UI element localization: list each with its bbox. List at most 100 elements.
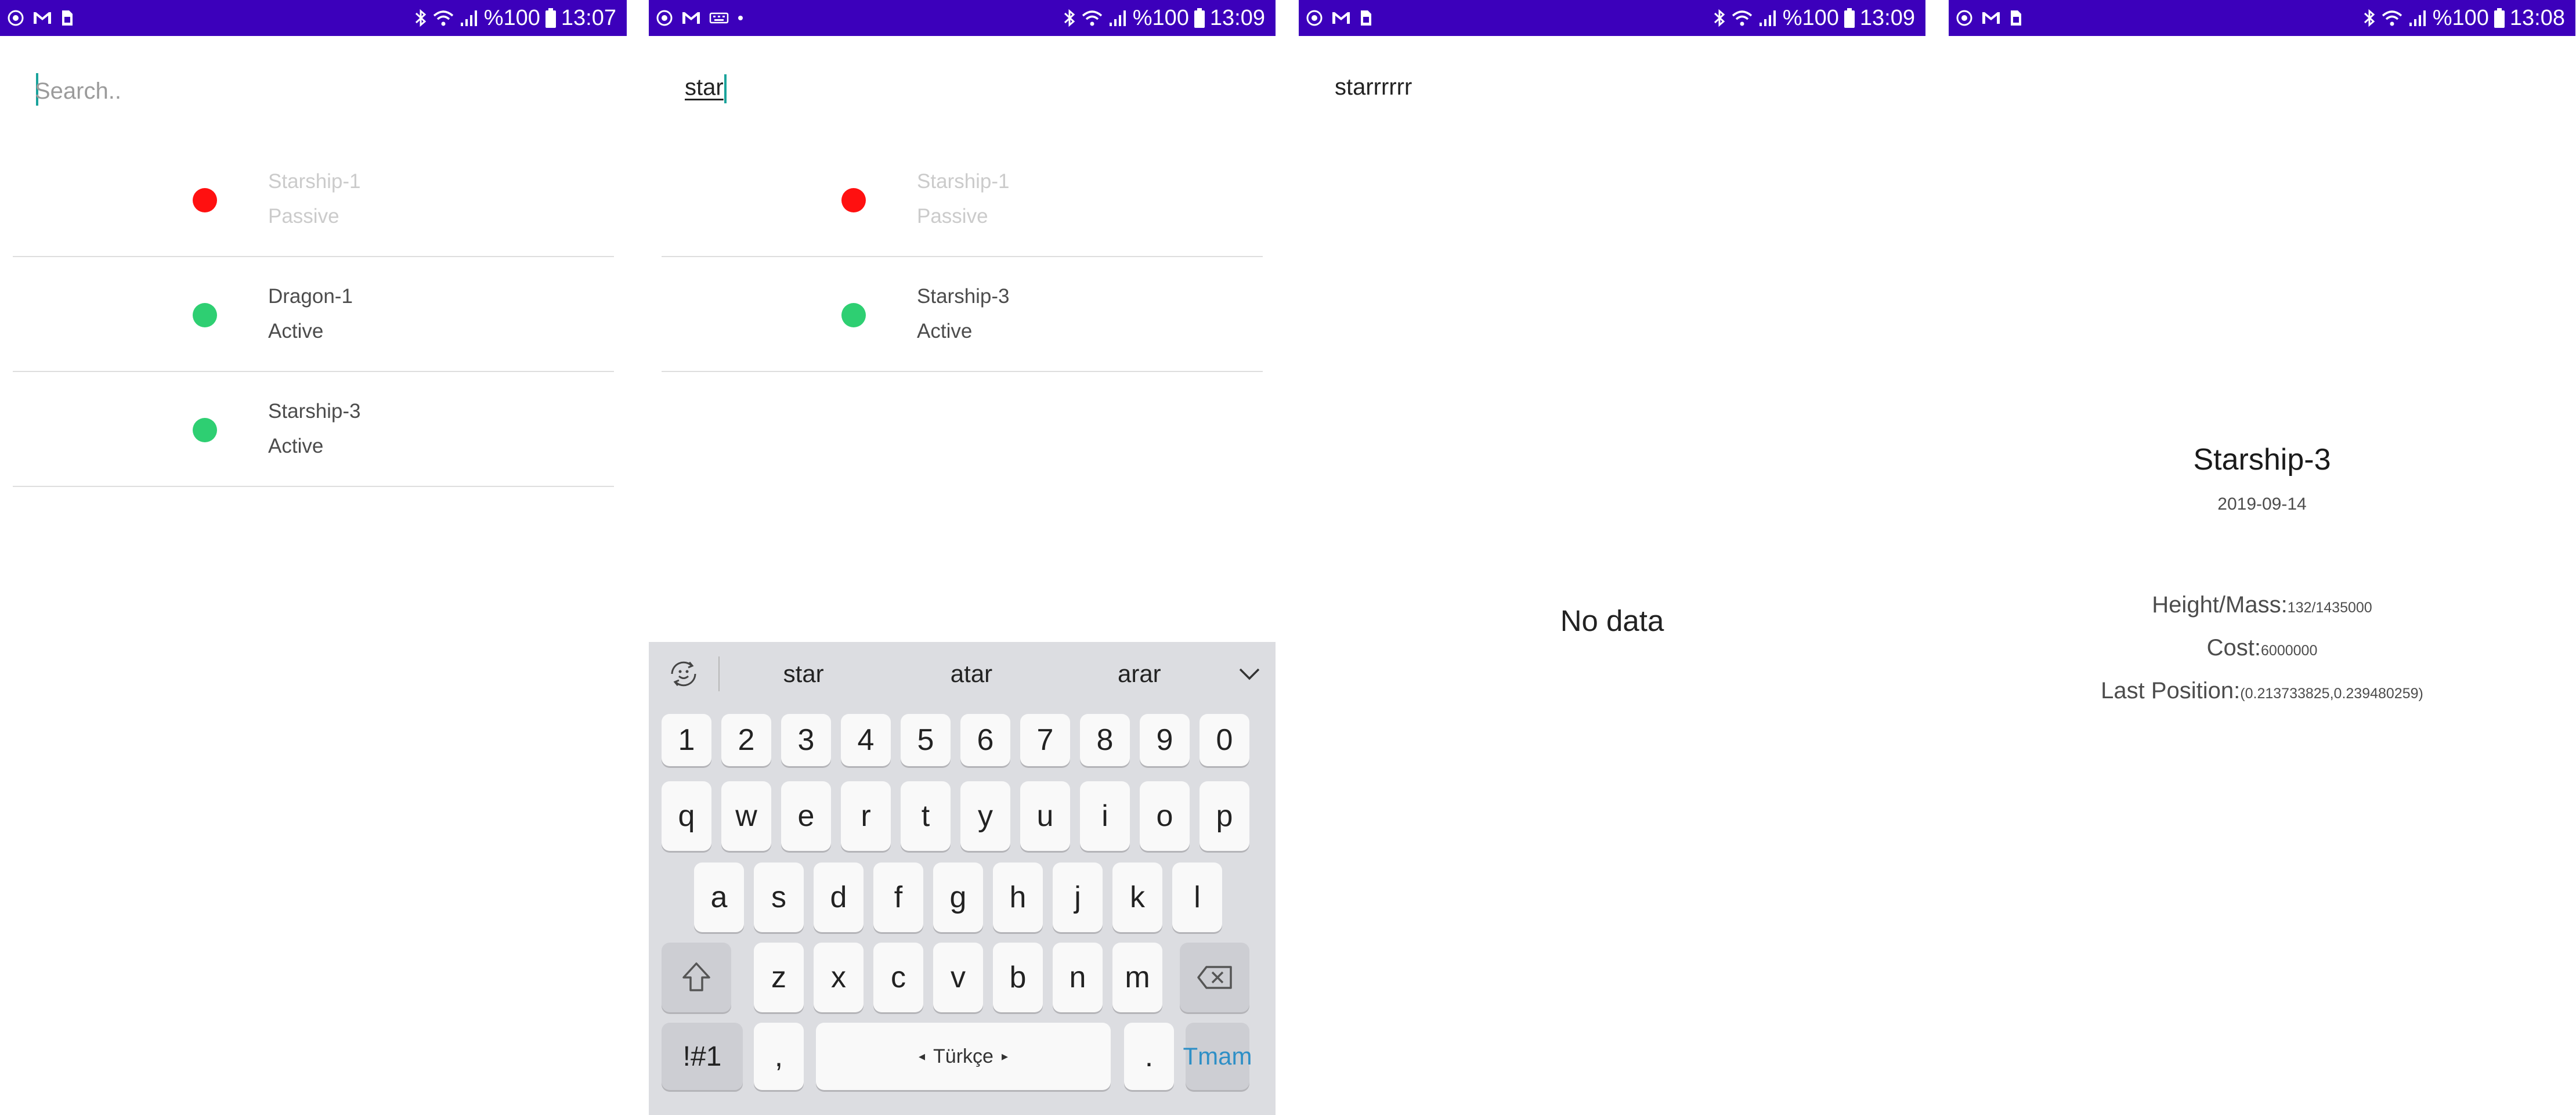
search-input[interactable] [35,68,592,114]
key-j[interactable]: j [1053,863,1103,932]
battery-percent: %100 [483,5,540,30]
key-2[interactable]: 2 [721,714,771,766]
last-position-label: Last Position: [2101,678,2241,703]
key-l[interactable]: l [1172,863,1222,932]
key-d[interactable]: d [814,863,864,932]
detail-date: 2019-09-14 [2217,495,2307,514]
key-9[interactable]: 9 [1140,714,1190,766]
status-bar: %100 13:09 [1299,0,1925,36]
caret-right-icon: ▸ [1001,1049,1008,1063]
key-e[interactable]: e [781,781,831,851]
key-c[interactable]: c [873,943,923,1012]
done-key[interactable]: Tmam [1183,1023,1252,1090]
key-w[interactable]: w [721,781,771,851]
shift-key[interactable] [662,943,731,1012]
space-key-label: Türkçe [933,1045,993,1067]
space-key[interactable]: ◂ Türkçe ▸ [816,1023,1111,1090]
spacecraft-list: Starship-1 Passive Dragon-1 Active Stars… [13,142,614,487]
key-k[interactable]: k [1112,863,1162,932]
sim-icon [2009,9,2023,27]
status-bar-notifications [7,0,74,36]
key-x[interactable]: x [814,943,864,1012]
clock: 13:07 [561,5,616,30]
empty-state-message: No data [1560,604,1664,637]
key-8[interactable]: 8 [1080,714,1130,766]
key-r[interactable]: r [841,781,891,851]
key-q[interactable]: q [662,781,711,851]
key-h[interactable]: h [993,863,1043,932]
key-v[interactable]: v [933,943,983,1012]
key-s[interactable]: s [754,863,804,932]
spacecraft-list: Starship-1 Passive Starship-3 Active [662,142,1263,372]
key-a[interactable]: a [694,863,744,932]
detail-title: Starship-3 [2193,443,2331,477]
suggestion-3[interactable]: arar [1056,660,1223,688]
screen-detail: %100 13:08 Starship-3 2019-09-14 Height/… [1949,0,2575,1115]
backspace-key[interactable] [1180,943,1249,1012]
comma-key[interactable]: , [754,1023,804,1090]
key-g[interactable]: g [933,863,983,932]
cost-label: Cost: [2206,635,2261,661]
record-icon [656,9,673,27]
key-0[interactable]: 0 [1200,714,1249,766]
emoji-toggle-icon[interactable] [649,642,718,706]
key-f[interactable]: f [873,863,923,932]
key-n[interactable]: n [1053,943,1103,1012]
passive-status-dot [841,188,866,212]
shift-icon [682,962,710,991]
list-item[interactable]: Dragon-1 Active [13,257,614,372]
bluetooth-icon [1713,8,1726,28]
suggestion-1[interactable]: star [720,660,887,688]
key-4[interactable]: 4 [841,714,891,766]
symbols-key[interactable]: !#1 [662,1023,743,1090]
key-p[interactable]: p [1200,781,1249,851]
key-o[interactable]: o [1140,781,1190,851]
search-input[interactable]: star [685,74,727,103]
active-status-dot [193,418,217,442]
list-item[interactable]: Starship-3 Active [662,257,1263,372]
list-item[interactable]: Starship-3 Active [13,372,614,487]
key-u[interactable]: u [1020,781,1070,851]
key-m[interactable]: m [1112,943,1162,1012]
last-position-value: (0.213733825,0.239480259) [2240,685,2423,702]
battery-percent: %100 [1132,5,1189,30]
bluetooth-icon [1063,8,1076,28]
wifi-icon [1730,9,1754,27]
item-status: Active [268,320,324,342]
period-key[interactable]: . [1124,1023,1174,1090]
list-item[interactable]: Starship-1 Passive [13,142,614,257]
screen-list: %100 13:07 Starship-1 Passive Dragon-1 A… [0,0,627,1115]
item-name: Starship-3 [268,400,361,423]
wifi-icon [432,9,455,27]
search-input[interactable]: starrrrrr [1335,74,1412,100]
clock: 13:08 [2509,5,2565,30]
item-status: Active [917,320,973,342]
key-3[interactable]: 3 [781,714,831,766]
screen-search-typing: %100 13:09 star Starship-1 Passive Stars… [649,0,1276,1115]
battery-icon [2494,8,2505,28]
key-t[interactable]: t [901,781,951,851]
item-name: Starship-1 [917,170,1010,193]
list-item[interactable]: Starship-1 Passive [662,142,1263,257]
item-status: Active [268,435,324,457]
status-bar: %100 13:09 [649,0,1276,36]
key-1[interactable]: 1 [662,714,711,766]
cost-value: 6000000 [2261,643,2318,659]
key-6[interactable]: 6 [960,714,1010,766]
key-b[interactable]: b [993,943,1043,1012]
key-i[interactable]: i [1080,781,1130,851]
search-input-value: star [685,74,724,100]
chevron-down-icon[interactable] [1223,642,1276,706]
cost-row: Cost:6000000 [1949,635,2575,661]
suggestion-2[interactable]: atar [887,660,1055,688]
last-position-row: Last Position:(0.213733825,0.239480259) [1949,678,2575,704]
key-z[interactable]: z [754,943,804,1012]
key-y[interactable]: y [960,781,1010,851]
key-5[interactable]: 5 [901,714,951,766]
key-7[interactable]: 7 [1020,714,1070,766]
text-caret [724,74,727,103]
battery-percent: %100 [2432,5,2489,30]
status-bar-system: %100 13:09 [1713,0,1915,36]
bluetooth-icon [414,8,427,28]
status-bar: %100 13:07 [0,0,627,36]
